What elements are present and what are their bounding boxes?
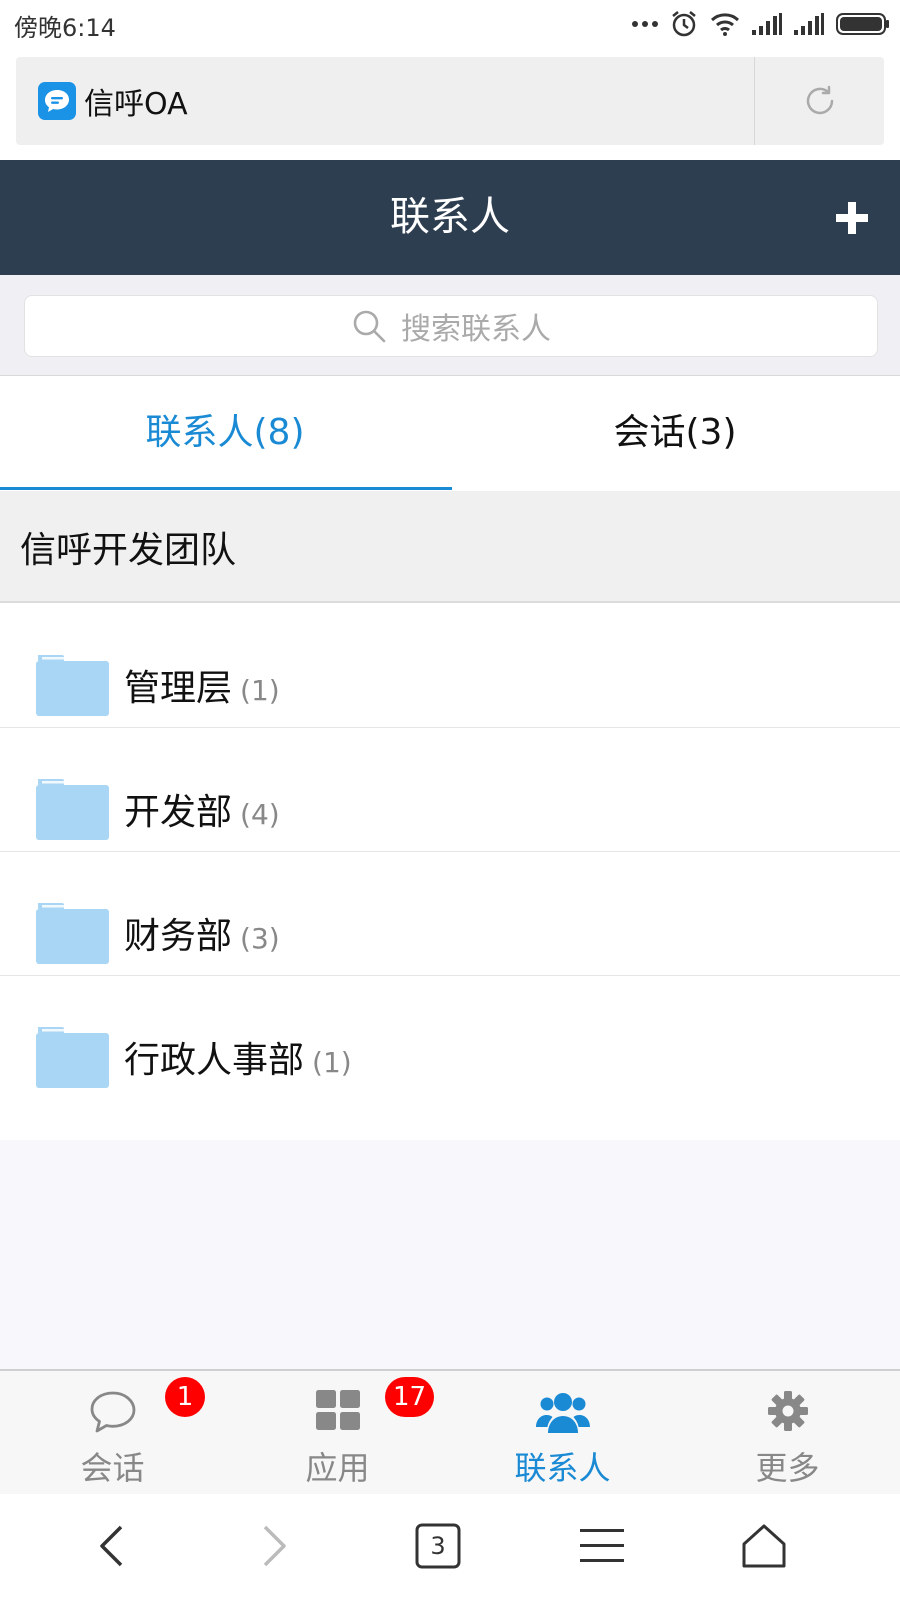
department-count: (1)	[240, 674, 280, 707]
tab-count: 3	[430, 1532, 446, 1560]
department-list: 管理层 (1) 开发部 (4) 财务部 (3) 行政人事部 (1)	[0, 604, 900, 1099]
search-icon	[353, 310, 386, 343]
search-placeholder: 搜索联系人	[401, 312, 551, 347]
folder-icon	[36, 655, 109, 716]
tab-contacts[interactable]: 联系人(8)	[0, 377, 450, 491]
tabbar-item-apps[interactable]: 应用 17	[225, 1371, 450, 1496]
add-button[interactable]	[832, 198, 872, 238]
group-header[interactable]: 信呼开发团队	[0, 491, 900, 603]
tabbar-label: 会话	[80, 1449, 145, 1487]
department-count: (3)	[240, 922, 280, 955]
tabbar-item-contacts[interactable]: 联系人	[450, 1371, 675, 1496]
forward-button[interactable]	[244, 1516, 304, 1576]
browser-nav-bar: 3	[0, 1494, 900, 1600]
search-input[interactable]: 搜索联系人	[24, 295, 878, 357]
nav-header: 联系人	[0, 160, 900, 275]
plus-icon	[836, 202, 868, 234]
back-button[interactable]	[82, 1516, 142, 1576]
alarm-icon	[672, 11, 696, 37]
department-count: (4)	[240, 798, 280, 831]
battery-icon	[836, 13, 889, 35]
unread-badge: 17	[385, 1377, 435, 1417]
folder-icon	[36, 903, 109, 964]
hamburger-icon	[580, 1529, 624, 1562]
reload-button[interactable]	[755, 57, 884, 145]
department-name: 财务部 (3)	[124, 916, 280, 957]
home-button[interactable]	[734, 1516, 794, 1576]
search-area: 搜索联系人	[0, 275, 900, 376]
page-title: 联系人	[390, 194, 510, 240]
tabbar-label: 更多	[755, 1449, 820, 1487]
menu-button[interactable]	[572, 1516, 632, 1576]
active-tab-indicator	[0, 487, 452, 490]
list-item[interactable]: 开发部 (4)	[0, 728, 900, 852]
reload-icon	[806, 85, 833, 115]
tabs: 联系人(8) 会话(3)	[0, 377, 900, 491]
department-name: 开发部 (4)	[124, 792, 280, 833]
apps-grid-icon	[315, 1390, 360, 1430]
app-logo-icon	[38, 82, 76, 120]
folder-icon	[36, 779, 109, 840]
signal-icon	[794, 13, 824, 35]
list-item[interactable]: 财务部 (3)	[0, 852, 900, 976]
group-title: 信呼开发团队	[20, 530, 237, 571]
users-icon	[535, 1393, 590, 1433]
tabbar-item-sessions[interactable]: 会话 1	[0, 1371, 225, 1496]
tabbar-label: 应用	[305, 1449, 370, 1487]
unread-badge: 1	[165, 1377, 205, 1417]
chat-bubble-icon	[90, 1391, 135, 1433]
list-item[interactable]: 行政人事部 (1)	[0, 976, 900, 1099]
department-count: (1)	[312, 1046, 352, 1079]
empty-area	[0, 1140, 900, 1369]
department-name: 行政人事部 (1)	[124, 1040, 352, 1081]
bottom-tabbar: 会话 1 应用 17 联系人 更多	[0, 1369, 900, 1496]
tabbar-item-more[interactable]: 更多	[675, 1371, 900, 1496]
tab-sessions[interactable]: 会话(3)	[450, 377, 900, 491]
wifi-icon	[710, 13, 740, 36]
chevron-left-icon	[100, 1525, 123, 1567]
list-item[interactable]: 管理层 (1)	[0, 604, 900, 728]
status-icons	[632, 8, 890, 40]
tabbar-label: 联系人	[514, 1449, 611, 1487]
folder-icon	[36, 1027, 109, 1088]
status-time: 傍晚6:14	[14, 14, 116, 42]
chevron-right-icon	[263, 1525, 286, 1567]
home-icon	[742, 1524, 786, 1568]
browser-address-bar[interactable]: 信呼OA	[16, 57, 884, 145]
tabs-button[interactable]: 3	[408, 1516, 468, 1576]
signal-icon	[752, 13, 782, 35]
browser-page-title: 信呼OA	[84, 87, 188, 122]
status-bar: 傍晚6:14	[0, 0, 900, 48]
department-name: 管理层 (1)	[124, 668, 280, 709]
more-dots-icon	[632, 21, 658, 27]
gear-icon	[767, 1391, 808, 1431]
